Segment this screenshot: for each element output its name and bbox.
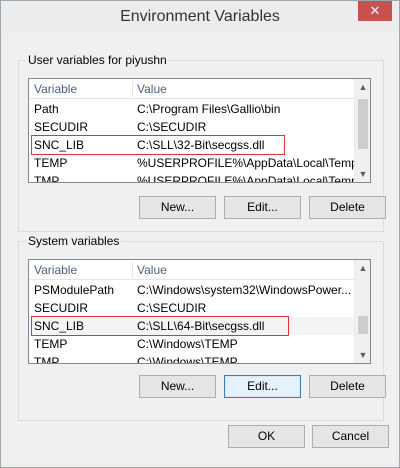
user-delete-button[interactable]: Delete (309, 196, 386, 219)
window-title: Environment Variables (120, 8, 280, 25)
variable-name: Path (34, 102, 59, 116)
dialog-body: User variables for piyushn Variable Valu… (8, 33, 393, 463)
variable-value: C:\SLL\32-Bit\secgss.dll (137, 138, 265, 152)
list-item[interactable]: SECUDIR C:\SECUDIR (29, 299, 356, 317)
list-header: Variable Value (29, 79, 356, 99)
user-variables-list[interactable]: Variable Value Path C:\Program Files\Gal… (28, 78, 371, 183)
variable-name: TEMP (34, 156, 68, 170)
title-bar: Environment Variables ✕ (1, 1, 399, 33)
variable-value: C:\Windows\system32\WindowsPower... (137, 283, 352, 297)
system-variables-label: System variables (26, 234, 122, 248)
variable-name: SECUDIR (34, 120, 89, 134)
environment-variables-dialog: Environment Variables ✕ User variables f… (0, 0, 400, 468)
ok-button[interactable]: OK (228, 425, 305, 448)
system-delete-button[interactable]: Delete (309, 375, 386, 398)
list-item[interactable]: TMP %USERPROFILE%\AppData\Local\Temp (29, 172, 356, 183)
variable-name: PSModulePath (34, 283, 115, 297)
user-edit-button[interactable]: Edit... (224, 196, 301, 219)
scroll-up-arrow-icon[interactable]: ▲ (355, 260, 370, 276)
list-header: Variable Value (29, 260, 356, 280)
list-item[interactable]: TMP C:\Windows\TEMP (29, 353, 356, 364)
variable-value: C:\Windows\TEMP (137, 337, 238, 351)
variable-value: C:\SLL\64-Bit\secgss.dll (137, 319, 265, 333)
column-header-variable[interactable]: Variable (29, 79, 132, 99)
list-item[interactable]: TEMP C:\Windows\TEMP (29, 335, 356, 353)
variable-value: %USERPROFILE%\AppData\Local\Temp (137, 156, 356, 170)
system-new-button[interactable]: New... (139, 375, 216, 398)
list-item[interactable]: SECUDIR C:\SECUDIR (29, 118, 356, 136)
list-item[interactable]: PSModulePath C:\Windows\system32\Windows… (29, 281, 356, 299)
user-variables-label: User variables for piyushn (26, 53, 169, 67)
variable-name: SECUDIR (34, 301, 89, 315)
system-variables-group: System variables Variable Value PSModule… (18, 232, 386, 422)
scroll-thumb[interactable] (358, 316, 368, 334)
scroll-down-arrow-icon[interactable]: ▼ (355, 347, 370, 363)
list-item[interactable]: SNC_LIB C:\SLL\32-Bit\secgss.dll (29, 136, 356, 154)
list-item-selected[interactable]: SNC_LIB C:\SLL\64-Bit\secgss.dll (29, 317, 356, 335)
variable-name: TEMP (34, 337, 68, 351)
variable-name: SNC_LIB (34, 138, 85, 152)
system-variables-list[interactable]: Variable Value PSModulePath C:\Windows\s… (28, 259, 371, 364)
vertical-scrollbar[interactable]: ▲ ▼ (354, 79, 370, 182)
variable-name: TMP (34, 355, 60, 364)
column-header-value[interactable]: Value (132, 79, 356, 99)
variable-value: C:\SECUDIR (137, 120, 207, 134)
user-variables-group: User variables for piyushn Variable Valu… (18, 52, 386, 232)
variable-value: C:\Program Files\Gallio\bin (137, 102, 281, 116)
variable-value: C:\Windows\TEMP (137, 355, 238, 364)
vertical-scrollbar[interactable]: ▲ ▼ (354, 260, 370, 363)
close-icon: ✕ (369, 3, 381, 18)
column-header-value[interactable]: Value (132, 260, 356, 280)
cancel-button[interactable]: Cancel (312, 425, 389, 448)
close-button[interactable]: ✕ (358, 1, 392, 21)
list-item[interactable]: Path C:\Program Files\Gallio\bin (29, 100, 356, 118)
system-edit-button[interactable]: Edit... (224, 375, 301, 398)
variable-value: C:\SECUDIR (137, 301, 207, 315)
variable-name: SNC_LIB (34, 319, 85, 333)
scroll-thumb[interactable] (358, 99, 368, 149)
column-header-variable[interactable]: Variable (29, 260, 132, 280)
scroll-down-arrow-icon[interactable]: ▼ (355, 166, 370, 182)
scroll-up-arrow-icon[interactable]: ▲ (355, 79, 370, 95)
variable-value: %USERPROFILE%\AppData\Local\Temp (137, 174, 356, 183)
user-new-button[interactable]: New... (139, 196, 216, 219)
variable-name: TMP (34, 174, 60, 183)
list-item[interactable]: TEMP %USERPROFILE%\AppData\Local\Temp (29, 154, 356, 172)
